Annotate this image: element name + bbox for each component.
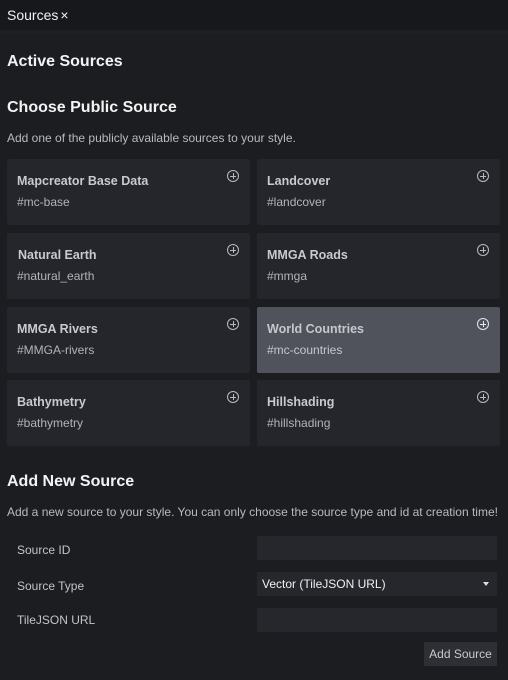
tab-title: Sources <box>7 7 59 23</box>
source-card-title: World Countries <box>267 322 364 336</box>
public-sources-description: Add one of the publicly available source… <box>7 131 296 145</box>
plus-circle-icon[interactable] <box>477 391 489 403</box>
source-card-id: #landcover <box>267 195 326 209</box>
source-card-mc-base[interactable]: Mapcreator Base Data #mc-base <box>7 159 250 225</box>
plus-circle-icon[interactable] <box>477 170 489 182</box>
source-card-id: #mc-countries <box>267 343 343 357</box>
add-source-button[interactable]: Add Source <box>424 642 497 666</box>
source-card-id: #mmga <box>267 269 308 283</box>
source-card-title: MMGA Roads <box>267 248 348 262</box>
source-card-mmga-roads[interactable]: MMGA Roads #mmga <box>257 233 500 299</box>
caret-down-icon <box>483 582 489 586</box>
source-type-select[interactable]: Vector (TileJSON URL) <box>257 572 497 596</box>
plus-circle-icon[interactable] <box>477 244 489 256</box>
plus-circle-icon[interactable] <box>227 244 239 256</box>
source-card-mmga-rivers[interactable]: MMGA Rivers #MMGA-rivers <box>7 307 250 373</box>
source-card-natural-earth[interactable]: Natural Earth #natural_earth <box>7 233 250 299</box>
source-type-value: Vector (TileJSON URL) <box>262 577 386 591</box>
active-sources-heading: Active Sources <box>7 53 123 70</box>
add-new-source-heading: Add New Source <box>7 473 135 490</box>
source-card-title: Bathymetry <box>17 395 86 409</box>
plus-circle-icon[interactable] <box>227 318 239 330</box>
public-sources-heading: Choose Public Source <box>7 99 177 116</box>
close-icon[interactable]: × <box>60 7 68 23</box>
plus-circle-icon[interactable] <box>227 391 239 403</box>
source-card-id: #mc-base <box>17 195 70 209</box>
source-card-bathymetry[interactable]: Bathymetry #bathymetry <box>7 380 250 446</box>
source-card-id: #MMGA-rivers <box>17 343 95 357</box>
source-type-label: Source Type <box>17 579 85 593</box>
source-card-title: Natural Earth <box>18 248 97 262</box>
divider <box>0 30 508 34</box>
source-card-title: Mapcreator Base Data <box>17 174 149 188</box>
add-new-source-description: Add a new source to your style. You can … <box>7 505 498 519</box>
tilejson-url-label: TileJSON URL <box>17 613 96 627</box>
tilejson-url-input[interactable] <box>257 608 497 632</box>
source-card-hillshading[interactable]: Hillshading #hillshading <box>257 380 500 446</box>
plus-circle-icon[interactable] <box>477 318 489 330</box>
source-id-input[interactable] <box>257 536 497 560</box>
source-card-title: Landcover <box>267 174 331 188</box>
source-id-label: Source ID <box>17 543 71 557</box>
source-card-title: Hillshading <box>267 395 335 409</box>
source-card-title: MMGA Rivers <box>17 322 98 336</box>
source-card-id: #natural_earth <box>17 269 95 283</box>
source-card-landcover[interactable]: Landcover #landcover <box>257 159 500 225</box>
tab-sources[interactable]: Sources × <box>0 0 508 30</box>
source-card-world-countries[interactable]: World Countries #mc-countries <box>257 307 500 373</box>
plus-circle-icon[interactable] <box>227 170 239 182</box>
source-card-id: #hillshading <box>267 416 331 430</box>
source-card-id: #bathymetry <box>17 416 84 430</box>
